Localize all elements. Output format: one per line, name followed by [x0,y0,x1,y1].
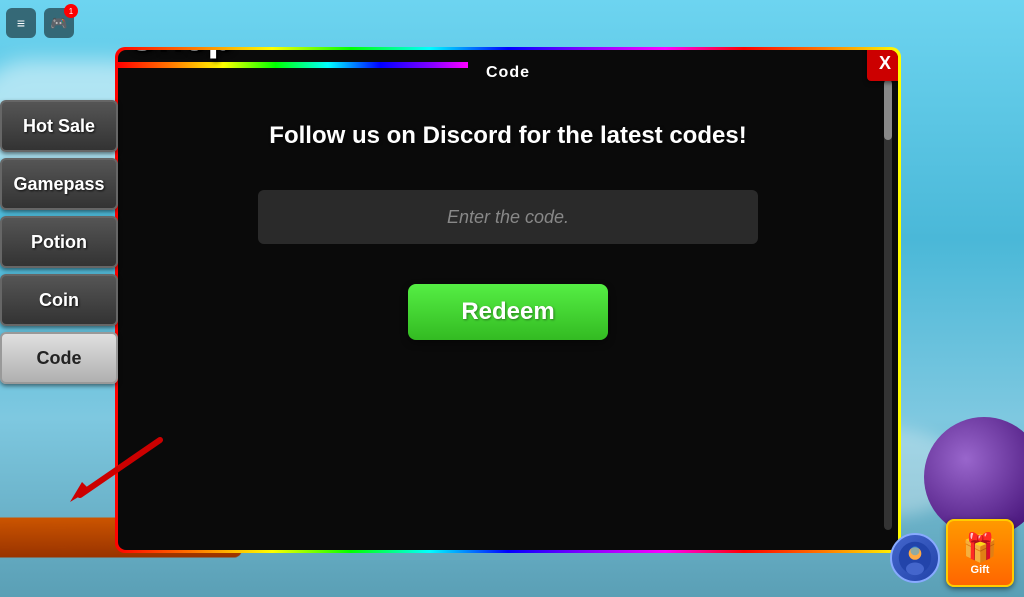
avatar-icon[interactable] [890,533,940,583]
shop-title-bar: Shop [118,50,468,68]
sidebar-item-gamepass[interactable]: Gamepass [0,158,118,210]
red-arrow [60,430,180,510]
notification-badge: 1 [64,4,78,18]
rainbow-bar [118,62,468,68]
shop-panel: Shop X Code Follow us on Discord for the… [118,50,898,550]
sidebar-item-coin[interactable]: Coin [0,274,118,326]
shop-panel-wrapper: Shop X Code Follow us on Discord for the… [115,47,901,553]
redeem-button[interactable]: Redeem [408,284,608,340]
close-button[interactable]: X [867,50,898,81]
sidebar-item-potion[interactable]: Potion [0,216,118,268]
sidebar-item-code[interactable]: Code [0,332,118,384]
sidebar: Hot Sale Gamepass Potion Coin Code [0,100,118,384]
gift-icon: 🎁 [963,531,998,564]
sidebar-item-hot-sale[interactable]: Hot Sale [0,100,118,152]
top-left-icons: ≡ 🎮 1 [6,8,74,38]
code-input[interactable] [258,190,758,244]
gift-label: Gift [971,564,990,576]
menu-icon[interactable]: ≡ [6,8,36,38]
code-content: Follow us on Discord for the latest code… [118,92,898,360]
discord-message: Follow us on Discord for the latest code… [269,122,746,150]
gift-button[interactable]: 🎁 Gift [946,519,1014,587]
shop-title: Shop [118,50,468,60]
panel-scrollbar[interactable] [884,70,892,530]
panel-scrollbar-thumb [884,80,892,140]
